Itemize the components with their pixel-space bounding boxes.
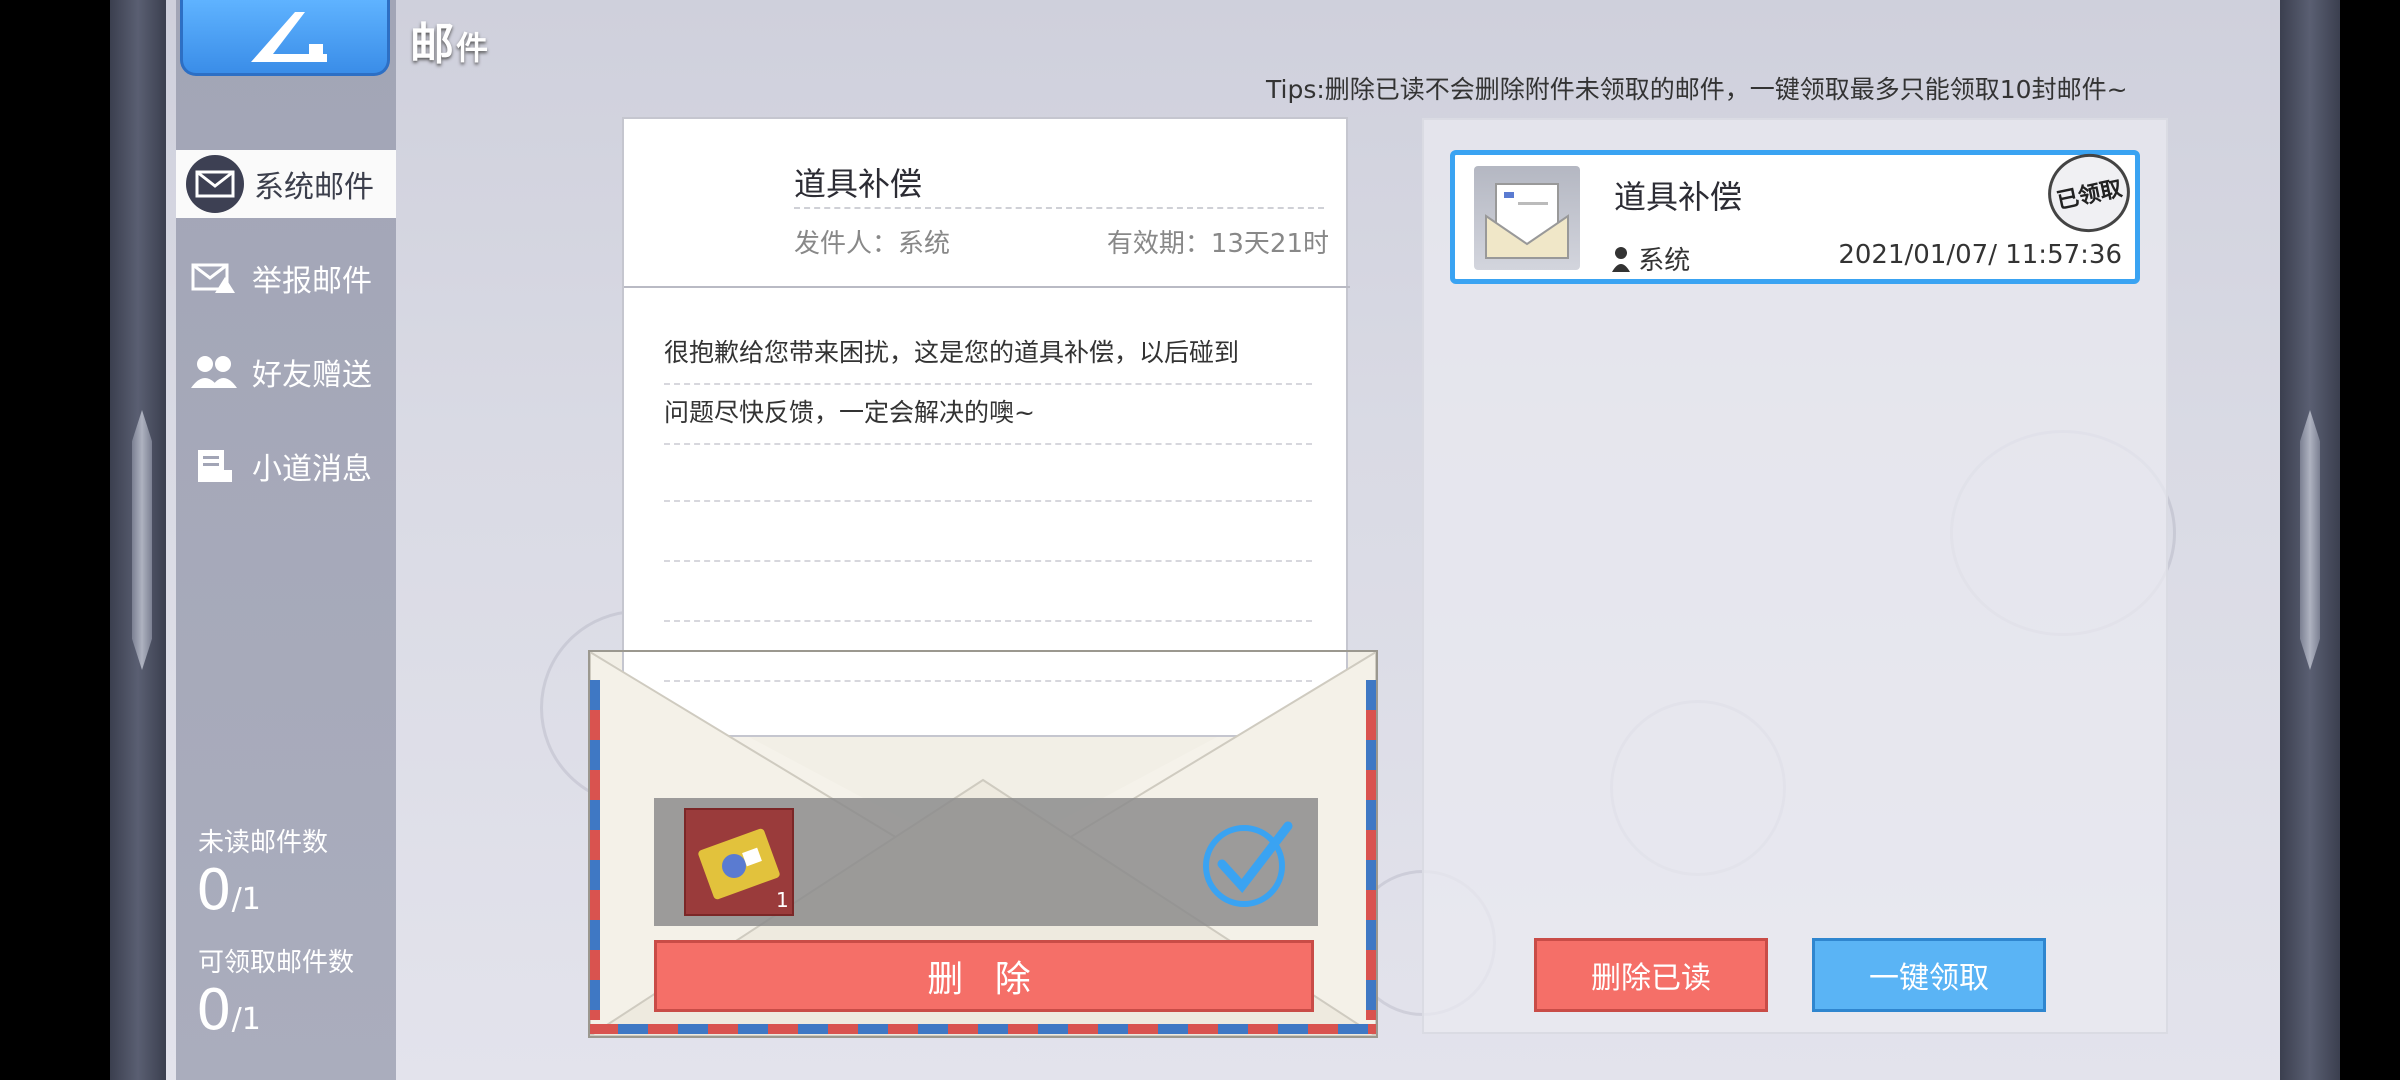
delete-read-button-label: 删除已读 <box>1591 961 1711 996</box>
attachment-count: 1 <box>776 888 789 912</box>
right-frame-edge <box>2280 0 2340 1080</box>
claimable-count: 0/1 <box>196 978 261 1043</box>
divider <box>624 286 1350 288</box>
left-frame-edge <box>110 0 166 1080</box>
news-icon <box>186 438 242 494</box>
sidebar-item-label: 系统邮件 <box>254 170 374 205</box>
letter-validity: 有效期：13天21时 <box>1106 229 1329 259</box>
letter-sender: 发件人：系统 <box>794 229 951 259</box>
sidebar-item-news[interactable]: 小道消息 <box>176 432 396 500</box>
delete-button-label: 删 除 <box>927 959 1041 1000</box>
page-title-main: 邮 <box>410 19 456 70</box>
letter-paper: 道具补偿 发件人：系统 有效期：13天21时 很抱歉给您带来困扰，这是您的道具补… <box>622 117 1350 737</box>
delete-read-button[interactable]: 删除已读 <box>1534 938 1768 1012</box>
report-mail-icon <box>186 250 242 306</box>
divider <box>794 207 1324 209</box>
back-button[interactable] <box>180 0 390 76</box>
back-arrow-icon <box>251 12 327 62</box>
mail-item-date: 2021/01/07/ 11:57:36 <box>1838 240 2122 270</box>
claim-all-button[interactable]: 一键领取 <box>1812 938 2046 1012</box>
sidebar-item-label: 好友赠送 <box>252 358 372 393</box>
envelope-thumbnail-icon <box>1474 166 1580 270</box>
sidebar-item-system-mail[interactable]: 系统邮件 <box>176 150 396 218</box>
claim-all-button-label: 一键领取 <box>1869 961 1989 996</box>
letter-empty-line <box>664 620 1312 622</box>
page-title: 邮件 <box>410 8 490 72</box>
letter-empty-line <box>664 560 1312 562</box>
sidebar-item-label: 举报邮件 <box>252 264 372 299</box>
unread-count: 0/1 <box>196 858 261 923</box>
letter-subject: 道具补偿 <box>794 165 923 203</box>
letter-body-line: 很抱歉给您带来困扰，这是您的道具补偿，以后碰到 <box>664 323 1312 385</box>
mail-item-title: 道具补偿 <box>1614 178 1743 216</box>
claimable-count-value: 0 <box>196 978 232 1043</box>
delete-button[interactable]: 删 除 <box>654 940 1314 1012</box>
claimable-count-label: 可领取邮件数 <box>198 948 355 978</box>
sidebar-item-label: 小道消息 <box>252 452 372 487</box>
letter-body-line: 问题尽快反馈，一定会解决的噢~ <box>664 383 1312 445</box>
mail-item-sender: 系统 <box>1612 240 1690 277</box>
right-frame-ornament <box>2300 410 2320 670</box>
letter-empty-line <box>664 500 1312 502</box>
mail-item-sender-name: 系统 <box>1638 246 1691 276</box>
person-icon <box>1612 247 1630 272</box>
page-title-rest: 件 <box>456 29 491 67</box>
left-frame-ornament <box>132 410 152 670</box>
sidebar-item-friend-gifts[interactable]: 好友赠送 <box>176 338 396 406</box>
claimable-count-total: 1 <box>241 1002 261 1037</box>
tips-text: Tips:删除已读不会删除附件未领取的邮件，一键领取最多只能领取10封邮件~ <box>1266 75 2128 104</box>
friends-icon <box>186 344 242 400</box>
unread-count-label: 未读邮件数 <box>198 828 329 858</box>
unread-count-value: 0 <box>196 858 232 923</box>
claimed-check-icon <box>1200 812 1296 912</box>
system-mail-icon <box>186 155 244 213</box>
sidebar-item-report-mail[interactable]: 举报邮件 <box>176 244 396 312</box>
unread-count-total: 1 <box>241 882 261 917</box>
